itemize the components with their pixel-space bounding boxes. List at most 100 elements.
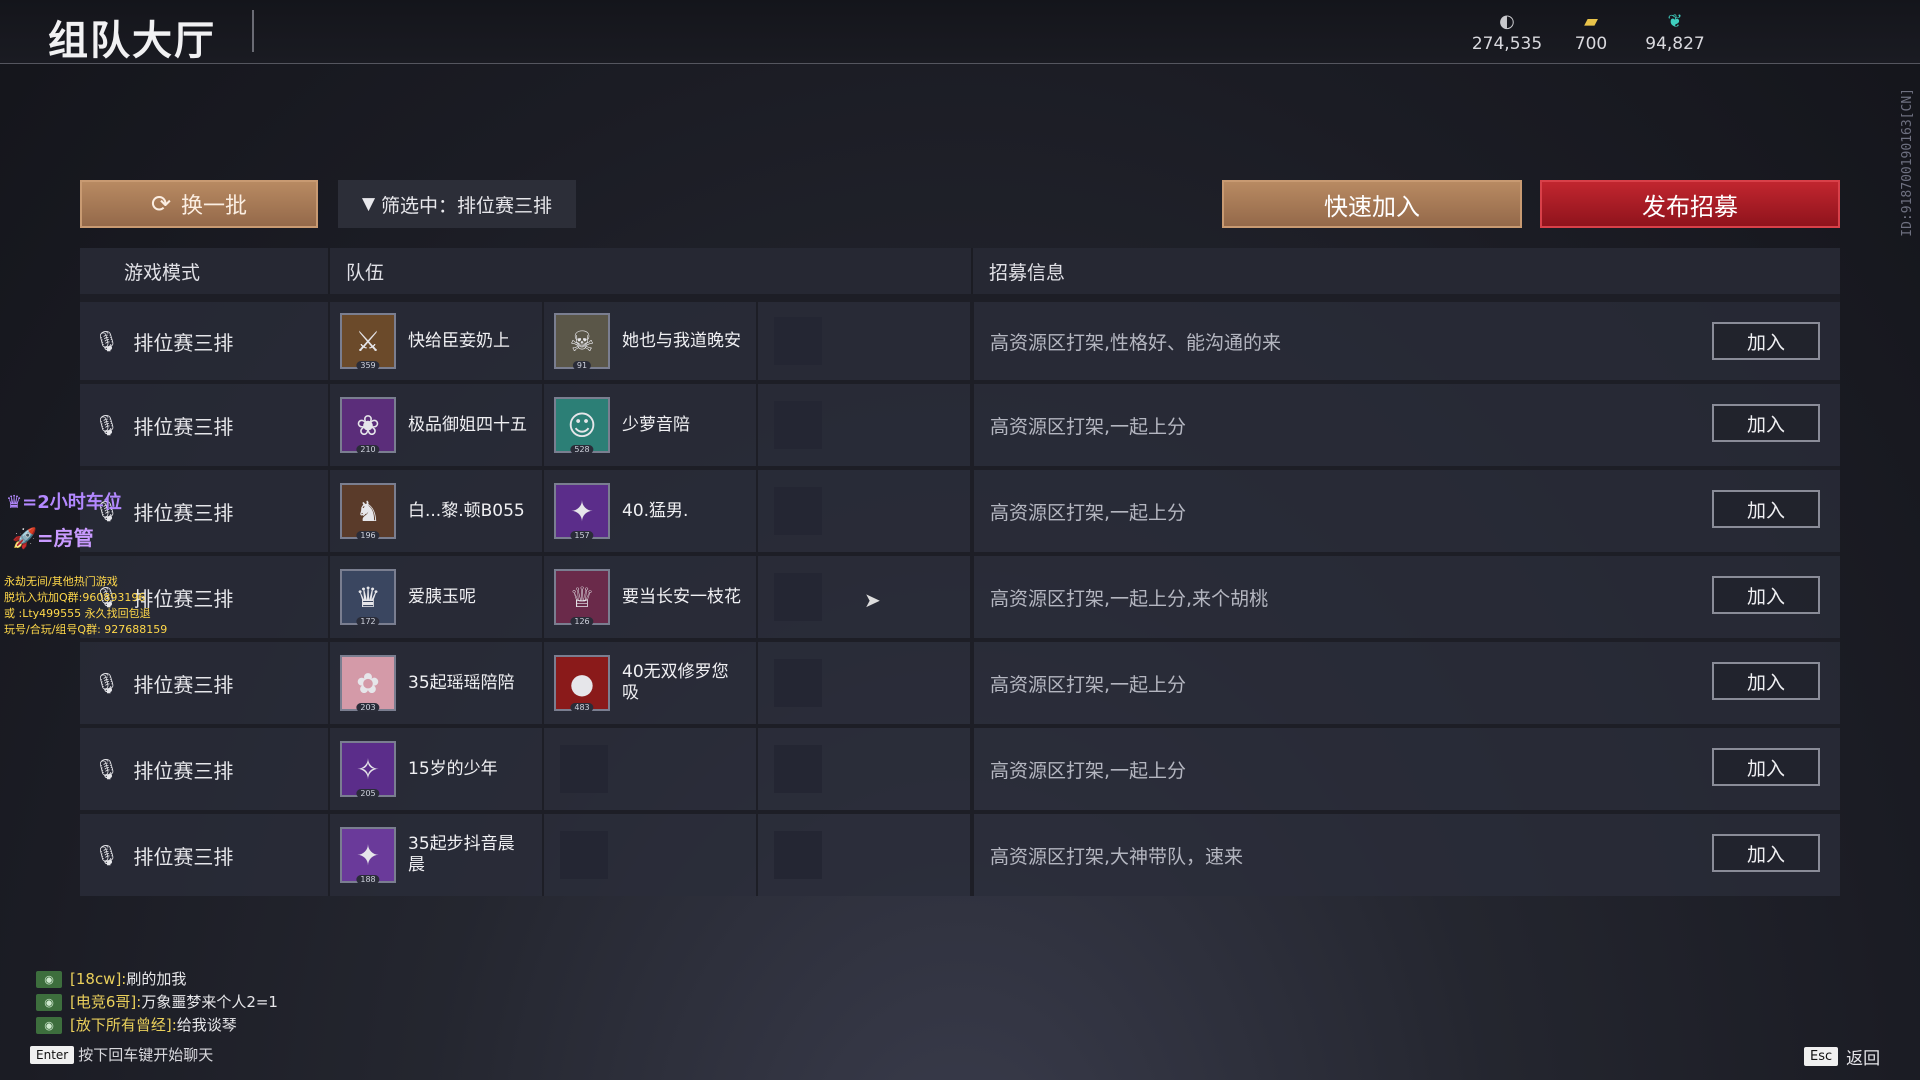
level-badge: 196 [356, 531, 380, 540]
empty-slot-placeholder [774, 659, 822, 707]
filter-button[interactable]: ▼ 筛选中：排位赛三排 [338, 180, 576, 228]
empty-slot-placeholder [560, 831, 608, 879]
team-table: 游戏模式 队伍 招募信息 🎙 排位赛三排 ⚔ 359 快给臣妾奶上 ☠ 91 她… [80, 248, 1840, 896]
overlay-notes: 永劫无间/其他热门游戏 脱坑入坑加Q群:960893196 或 :Lty4995… [4, 575, 168, 636]
overlay-line-1: ♛=2小时车位 [6, 492, 122, 513]
chat-message: ◉ [18cw]: 刷的加我 [36, 968, 278, 991]
recruit-info: 高资源区打架,大神带队，速来 加入 [972, 814, 1840, 896]
chat-message: ◉ [放下所有曾经]: 给我谈琴 [36, 1014, 278, 1037]
player-name: 快给臣妾奶上 [408, 330, 510, 351]
header-mode: 游戏模式 [80, 248, 330, 294]
empty-slot [544, 814, 758, 896]
join-button[interactable]: 加入 [1712, 490, 1820, 528]
page-title: 组队大厅 [48, 18, 216, 64]
currency-value: 274,535 [1471, 34, 1543, 54]
level-badge: 528 [570, 445, 594, 454]
empty-slot [758, 642, 972, 724]
avatar: ❀ 210 [340, 397, 396, 454]
avatar-icon: ✿ [356, 666, 380, 700]
chat-message: ◉ [电竞6哥]: 万象噩梦来个人2=1 [36, 991, 278, 1014]
empty-slot [758, 728, 972, 810]
back-button[interactable]: Esc 返回 [1804, 1044, 1880, 1069]
recruit-info: 高资源区打架,性格好、能沟通的来 加入 [972, 302, 1840, 380]
currency-silver: ◐ 274,535 [1462, 11, 1552, 55]
microphone-icon: 🎙 [94, 757, 120, 781]
gold-ticket-icon: ▰ [1584, 11, 1598, 32]
player-name: 她也与我道晚安 [622, 330, 741, 351]
chat-log: ◉ [18cw]: 刷的加我 ◉ [电竞6哥]: 万象噩梦来个人2=1 ◉ [放下所… [36, 968, 278, 1037]
empty-slot-placeholder [774, 831, 822, 879]
empty-slot-placeholder [774, 573, 822, 621]
join-button[interactable]: 加入 [1712, 576, 1820, 614]
channel-icon: ◉ [36, 971, 62, 988]
team-member[interactable]: ✿ 203 35起瑶瑶陪陪 [330, 642, 544, 724]
avatar: ♕ 126 [554, 569, 610, 626]
currency-feather: ❦ 94,827 [1630, 12, 1720, 55]
recruit-info: 高资源区打架,一起上分 加入 [972, 384, 1840, 466]
avatar-icon: ❀ [356, 408, 380, 442]
empty-slot [758, 814, 972, 896]
team-member[interactable]: ⚔ 359 快给臣妾奶上 [330, 302, 544, 380]
avatar: ⚔ 359 [340, 313, 396, 370]
player-name: 爱胰玉呢 [408, 586, 476, 607]
avatar-icon: ♛ [355, 580, 381, 614]
team-member[interactable]: ♞ 196 白...黎.顿B055 [330, 470, 544, 552]
mode-cell: 🎙 排位赛三排 [80, 642, 330, 724]
empty-slot-placeholder [774, 317, 822, 365]
team-member[interactable]: ❀ 210 极品御姐四十五 [330, 384, 544, 466]
join-button[interactable]: 加入 [1712, 748, 1820, 786]
microphone-icon: 🎙 [94, 671, 120, 695]
team-member[interactable]: ☺ 528 少萝音陪 [544, 384, 758, 466]
level-badge: 203 [356, 703, 380, 712]
top-bar: 组队大厅 ◐ 274,535 ▰ 700 ❦ 94,827 [0, 0, 1920, 64]
team-member[interactable]: ♕ 126 要当长安一枝花 [544, 556, 758, 638]
join-button[interactable]: 加入 [1712, 834, 1820, 872]
quick-join-button[interactable]: 快速加入 [1222, 180, 1522, 228]
avatar-icon: ☠ [569, 324, 595, 358]
empty-slot-placeholder [774, 487, 822, 535]
channel-icon: ◉ [36, 994, 62, 1011]
player-name: 35起步抖音晨晨 [408, 834, 515, 875]
team-member[interactable]: ✦ 157 40.猛男. [544, 470, 758, 552]
team-member[interactable]: ☠ 91 她也与我道晚安 [544, 302, 758, 380]
avatar: ♛ 172 [340, 569, 396, 626]
team-member[interactable]: ✧ 205 15岁的少年 [330, 728, 544, 810]
avatar: ✧ 205 [340, 741, 396, 798]
rocket-icon: 🚀 [12, 526, 37, 550]
filter-icon: ▼ [361, 194, 376, 214]
recruit-info: 高资源区打架,一起上分 加入 [972, 470, 1840, 552]
currency-gold: ▰ 700 [1546, 11, 1636, 55]
team-member[interactable]: ♛ 172 爱胰玉呢 [330, 556, 544, 638]
table-row: 🎙 排位赛三排 ✦ 188 35起步抖音晨晨 高资源区打架,大神带队，速来 加入 [80, 810, 1840, 896]
join-button[interactable]: 加入 [1712, 322, 1820, 360]
team-member[interactable]: ● 483 40无双修罗您吸 [544, 642, 758, 724]
team-member[interactable]: ✦ 188 35起步抖音晨晨 [330, 814, 544, 896]
refresh-button[interactable]: ⟳ 换一批 [80, 180, 318, 228]
player-name: 要当长安一枝花 [622, 586, 741, 607]
level-badge: 359 [356, 361, 380, 370]
currency-value: 94,827 [1645, 34, 1705, 54]
recruit-info: 高资源区打架,一起上分 加入 [972, 728, 1840, 810]
level-badge: 157 [570, 531, 594, 540]
player-name: 15岁的少年 [408, 758, 498, 779]
avatar-icon: ☺ [567, 408, 597, 442]
avatar-icon: ♞ [355, 494, 381, 528]
join-button[interactable]: 加入 [1712, 662, 1820, 700]
player-name: 极品御姐四十五 [408, 414, 527, 435]
publish-recruit-button[interactable]: 发布招募 [1540, 180, 1840, 228]
table-row: 🎙 排位赛三排 ❀ 210 极品御姐四十五 ☺ 528 少萝音陪 高资源区打架,… [80, 380, 1840, 466]
chat-input-hint[interactable]: Enter 按下回车键开始聊天 [30, 1044, 213, 1065]
empty-slot [758, 470, 972, 552]
avatar: ✦ 188 [340, 827, 396, 884]
level-badge: 483 [570, 703, 594, 712]
table-header: 游戏模式 队伍 招募信息 [80, 248, 1840, 294]
avatar: ☺ 528 [554, 397, 610, 454]
avatar: ☠ 91 [554, 313, 610, 370]
player-name: 白...黎.顿B055 [408, 500, 525, 521]
silver-coin-icon: ◐ [1499, 11, 1515, 32]
header-info: 招募信息 [989, 261, 1066, 284]
microphone-icon: 🎙 [94, 329, 120, 353]
join-button[interactable]: 加入 [1712, 404, 1820, 442]
table-row: 🎙 排位赛三排 ✿ 203 35起瑶瑶陪陪 ● 483 40无双修罗您吸 高资源… [80, 638, 1840, 724]
table-row: 🎙 排位赛三排 ♞ 196 白...黎.顿B055 ✦ 157 40.猛男. 高… [80, 466, 1840, 552]
